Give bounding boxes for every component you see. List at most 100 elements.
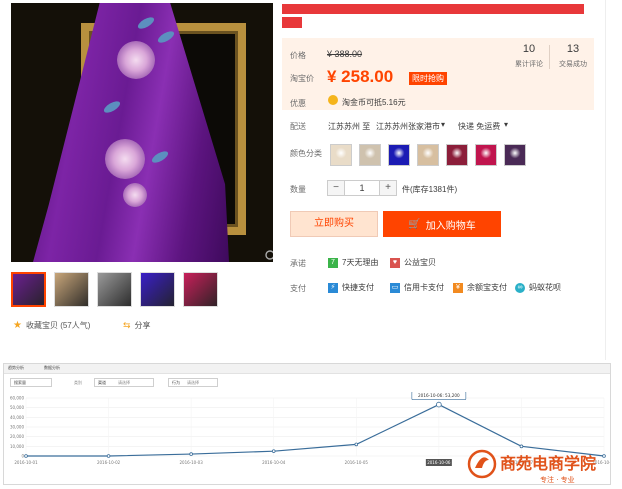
quick-pay-icon: ⚡ xyxy=(328,282,338,293)
channel-value: 请选择 xyxy=(118,380,130,385)
chevron-down-icon[interactable]: ▾ xyxy=(441,120,445,129)
color-swatch[interactable] xyxy=(446,144,468,166)
filter-category-label: 类别 xyxy=(74,380,82,385)
data-point xyxy=(24,454,28,458)
reviews-label[interactable]: 累计评论 xyxy=(507,59,551,69)
add-to-cart-label: 加入购物车 xyxy=(425,220,476,232)
tab-data[interactable]: 数据分析 xyxy=(44,365,60,371)
behavior-value: 请选择 xyxy=(187,380,199,385)
stat-divider xyxy=(549,45,550,69)
original-price: ¥ 388.00 xyxy=(327,49,363,59)
x-tick-label: 2016-10-05 xyxy=(345,460,369,465)
y-tick-label: 50,000 xyxy=(10,405,24,410)
color-swatch[interactable] xyxy=(417,144,439,166)
page-scroll-edge xyxy=(605,0,622,360)
color-label: 颜色分类 xyxy=(290,149,322,158)
y-tick-label: 10,000 xyxy=(10,444,24,449)
payment-quick-label: 快捷支付 xyxy=(342,283,374,292)
thumbnail-image[interactable] xyxy=(97,272,132,307)
color-swatch[interactable] xyxy=(330,144,352,166)
buy-now-button[interactable]: 立即购买 xyxy=(290,211,378,237)
promise-label: 承诺 xyxy=(290,259,306,268)
data-point xyxy=(189,452,193,456)
share-button[interactable]: ⇆ 分享 xyxy=(123,320,151,331)
payment-quick[interactable]: ⚡ 快捷支付 xyxy=(328,282,374,293)
tooltip-text: 2016-10-06: 53,200 xyxy=(418,393,460,398)
discount-label: 优惠 xyxy=(290,99,306,108)
y-tick-label: 30,000 xyxy=(10,425,24,430)
data-point xyxy=(271,449,276,453)
product-main-image[interactable] xyxy=(11,3,273,262)
data-point xyxy=(436,401,442,408)
color-swatch[interactable] xyxy=(475,144,497,166)
heart-icon: ♥ xyxy=(390,257,400,268)
seven-day-icon: 7 xyxy=(328,257,338,268)
delivery-method[interactable]: 快递 免运费 xyxy=(458,121,500,132)
thumbnail-image[interactable] xyxy=(11,272,46,307)
payment-huabei[interactable]: ∞ 蚂蚁花呗 xyxy=(515,282,561,293)
data-point xyxy=(354,442,359,447)
zoom-icon[interactable] xyxy=(264,249,273,262)
stock-text: 件(库存1381件) xyxy=(402,185,458,194)
color-swatches xyxy=(330,144,526,166)
huabei-icon: ∞ xyxy=(515,282,525,293)
title-redacted-2 xyxy=(282,17,302,28)
quantity-stepper: − 1 + xyxy=(327,180,397,196)
brand-logo: 商苑电商学院 专注 · 专业 xyxy=(467,449,596,484)
payment-huabei-label: 蚂蚁花呗 xyxy=(529,283,561,292)
logo-slogan: 专注 · 专业 xyxy=(540,475,575,484)
delivery-label: 配送 xyxy=(290,122,306,131)
payment-credit[interactable]: ▭ 信用卡支付 xyxy=(390,282,444,293)
delivery-from: 江苏苏州 至 xyxy=(328,122,371,131)
credit-card-icon: ▭ xyxy=(390,282,400,293)
qty-plus-button[interactable]: + xyxy=(380,181,396,195)
x-tick-label: 2016-10-03 xyxy=(180,460,204,465)
y-tick-label: 60,000 xyxy=(10,396,24,401)
color-swatch[interactable] xyxy=(359,144,381,166)
tab-trend[interactable]: 趋势分析 xyxy=(8,365,24,371)
qty-input[interactable]: 1 xyxy=(344,181,380,195)
color-swatch[interactable] xyxy=(504,144,526,166)
yuebao-icon: ¥ xyxy=(453,282,463,293)
taobao-price-label: 淘宝价 xyxy=(290,74,314,83)
payment-yuebao-label: 余额宝支付 xyxy=(467,283,507,292)
chart-filter-row: 搜索量 类别 渠道 请选择 行为 请选择 xyxy=(4,378,610,390)
y-tick-label: 20,000 xyxy=(10,434,24,439)
price-label: 价格 xyxy=(290,51,306,60)
payment-credit-label: 信用卡支付 xyxy=(404,283,444,292)
sales-label: 交易成功 xyxy=(559,61,587,68)
payment-yuebao[interactable]: ¥ 余额宝支付 xyxy=(453,282,507,293)
collect-label: 收藏宝贝 (57人气) xyxy=(25,321,91,330)
share-label: 分享 xyxy=(134,321,151,330)
x-tick-label: 2016-10-01 xyxy=(14,460,38,465)
delivery-to-select[interactable]: 江苏苏州张家港市 xyxy=(376,121,440,132)
share-icon: ⇆ xyxy=(123,320,131,330)
chevron-down-icon[interactable]: ▾ xyxy=(504,120,508,129)
promise-charity-label: 公益宝贝 xyxy=(404,258,436,267)
thumbnail-image[interactable] xyxy=(54,272,89,307)
data-point xyxy=(106,454,111,458)
y-tick-label: 40,000 xyxy=(10,415,24,420)
add-to-cart-button[interactable]: 🛒 加入购物车 xyxy=(383,211,501,237)
logo-name: 商苑电商学院 xyxy=(500,454,596,473)
color-swatch[interactable] xyxy=(388,144,410,166)
x-tick-label: 2016-10-02 xyxy=(97,460,121,465)
qty-minus-button[interactable]: − xyxy=(328,181,344,195)
discount-text[interactable]: 淘金币可抵5.16元 xyxy=(342,97,406,108)
reviews-count[interactable]: 10 xyxy=(509,43,549,55)
promo-badge: 限时抢购 xyxy=(409,72,447,85)
promise-7days[interactable]: 7 7天无理由 xyxy=(328,257,378,268)
promise-charity[interactable]: ♥ 公益宝贝 xyxy=(390,257,436,268)
star-icon: ★ xyxy=(13,320,22,331)
x-tick-label: 2016-10-06 xyxy=(427,460,451,465)
metric-select[interactable]: 搜索量 xyxy=(10,378,52,387)
x-tick-label: 2016-10-04 xyxy=(262,460,286,465)
payment-label: 支付 xyxy=(290,284,306,293)
thumbnail-image[interactable] xyxy=(140,272,175,307)
thumbnail-image[interactable] xyxy=(183,272,218,307)
thumbnail-strip xyxy=(11,272,218,307)
title-redacted xyxy=(282,4,584,14)
cart-icon: 🛒 xyxy=(408,218,421,230)
chart-tabbar: 趋势分析 数据分析 xyxy=(4,364,610,374)
collect-button[interactable]: ★ 收藏宝贝 (57人气) xyxy=(13,320,90,331)
